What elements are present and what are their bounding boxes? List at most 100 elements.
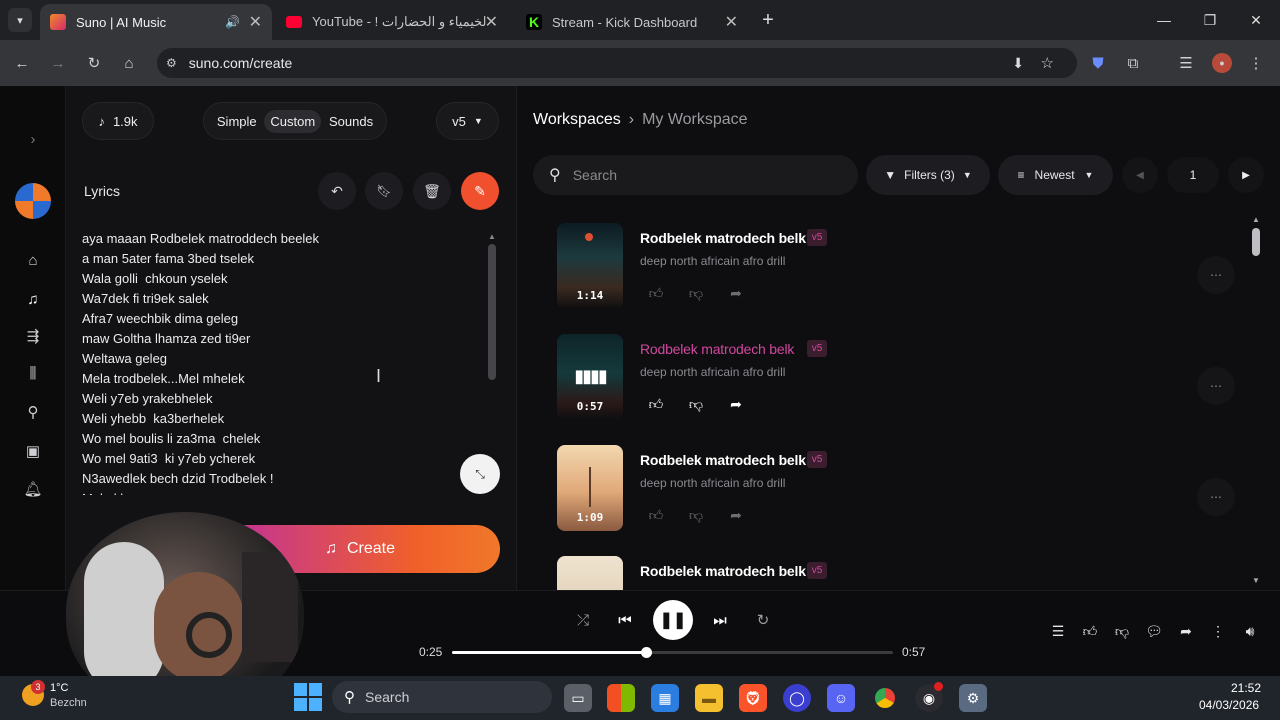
collapse-icon[interactable]: ⤡ xyxy=(460,454,500,494)
song-row[interactable]: 1:14 Rodbelek matrodech belk v5 deep nor… xyxy=(557,223,1257,311)
tab-suno[interactable]: Suno | AI Music 🔊 ✕ xyxy=(40,4,272,40)
browser-menu-icon[interactable]: ⋮ xyxy=(1245,52,1267,74)
thumbs-up-icon[interactable]: 👍︎ xyxy=(642,390,670,418)
prev-page-icon[interactable]: ◀ xyxy=(1122,157,1158,193)
file-explorer-icon[interactable]: ▬ xyxy=(695,684,723,712)
thumbs-up-icon[interactable]: 👍︎ xyxy=(642,501,670,529)
progress-track[interactable] xyxy=(452,647,893,658)
restore-icon[interactable]: ❐ xyxy=(1198,8,1222,32)
mode-sounds[interactable]: Sounds xyxy=(323,110,379,133)
song-title[interactable]: Rodbelek matrodech belk xyxy=(640,230,806,246)
more-options-icon[interactable]: ⋯ xyxy=(1197,256,1235,294)
share-icon[interactable]: ➦ xyxy=(722,279,750,307)
thumbs-down-icon[interactable]: 👎︎ xyxy=(682,279,710,307)
magic-wand-icon[interactable]: ✎ xyxy=(461,172,499,210)
song-cover[interactable] xyxy=(557,556,623,590)
share-icon[interactable]: ➦ xyxy=(1175,620,1197,642)
pause-button[interactable]: ❚❚ xyxy=(653,600,693,640)
song-list-scrollbar[interactable] xyxy=(1252,228,1260,256)
profile-avatar[interactable]: ● xyxy=(1212,53,1232,73)
install-app-icon[interactable]: ⬇ xyxy=(1012,55,1024,72)
settings-gear-icon[interactable]: ⚙ xyxy=(959,684,987,712)
next-track-icon[interactable]: ⏭︎ xyxy=(706,606,734,634)
song-cover[interactable]: ▮▮▮▮ 0:57 xyxy=(557,334,623,420)
song-title[interactable]: Rodbelek matrodech belk xyxy=(640,341,794,357)
previous-track-icon[interactable]: ⏮︎ xyxy=(611,606,639,634)
task-view-icon[interactable]: ▭ xyxy=(564,684,592,712)
bookmark-star-icon[interactable]: ☆ xyxy=(1041,54,1054,72)
reload-icon[interactable]: ↻ xyxy=(83,52,105,74)
extensions-puzzle-icon[interactable]: ⧉ xyxy=(1122,52,1144,74)
taskbar-search-box[interactable]: ⚲ Search xyxy=(332,681,552,713)
create-music-icon[interactable]: ♫ xyxy=(22,288,44,310)
close-tab-icon[interactable]: ✕ xyxy=(249,12,262,32)
new-tab-button[interactable]: + xyxy=(756,8,780,32)
model-select[interactable]: v5 ▼ xyxy=(436,102,499,140)
hooks-icon[interactable]: ▣ xyxy=(22,440,44,462)
shuffle-icon[interactable]: ⤮ xyxy=(569,606,597,634)
scroll-up-arrow-icon[interactable]: ▲ xyxy=(488,232,496,242)
thumbs-down-icon[interactable]: 👎︎ xyxy=(682,501,710,529)
forward-arrow-icon[interactable]: → xyxy=(47,52,69,74)
close-window-icon[interactable]: ✕ xyxy=(1244,8,1268,32)
expand-sidebar-icon[interactable]: › xyxy=(22,128,44,150)
next-page-icon[interactable]: ▶ xyxy=(1228,157,1264,193)
page-number[interactable]: 1 xyxy=(1167,157,1219,193)
share-icon[interactable]: ➦ xyxy=(722,390,750,418)
more-options-icon[interactable]: ⋯ xyxy=(1197,367,1235,405)
tab-kick[interactable]: K Stream - Kick Dashboard ✕ xyxy=(516,4,748,40)
save-bookmark-icon[interactable]: 🔖︎ xyxy=(365,172,403,210)
search-icon[interactable]: ⚲ xyxy=(22,401,44,423)
extension-shield-icon[interactable]: ⛊ xyxy=(1087,52,1109,74)
microsoft-store-icon[interactable]: ▦ xyxy=(651,684,679,712)
song-row[interactable]: Rodbelek matrodech belk v5 xyxy=(557,556,1257,590)
app-circle-icon[interactable]: ◯ xyxy=(783,684,811,712)
song-cover[interactable]: 1:09 xyxy=(557,445,623,531)
address-bar[interactable]: ⚙ suno.com/create ⬇ ☆ xyxy=(157,48,1077,78)
song-title[interactable]: Rodbelek matrodech belk xyxy=(640,452,806,468)
speaker-icon[interactable]: 🔊 xyxy=(225,15,240,29)
thumbs-down-icon[interactable]: 👎︎ xyxy=(682,390,710,418)
studio-icon[interactable]: ⇶ xyxy=(22,325,44,347)
song-row[interactable]: 1:09 Rodbelek matrodech belk v5 deep nor… xyxy=(557,445,1257,533)
breadcrumb-workspaces[interactable]: Workspaces xyxy=(533,111,621,129)
thumbs-down-icon[interactable]: 👎︎ xyxy=(1111,620,1133,642)
tab-youtube[interactable]: YouTube - ! الخيمياء و الحضارات ✕ xyxy=(276,4,508,40)
suno-logo[interactable] xyxy=(15,183,51,219)
song-row[interactable]: ▮▮▮▮ 0:57 Rodbelek matrodech belk v5 dee… xyxy=(557,334,1257,422)
close-tab-icon[interactable]: ✕ xyxy=(725,12,738,32)
scroll-up-arrow-icon[interactable]: ▲ xyxy=(1252,215,1260,224)
microsoft-store-widget-icon[interactable] xyxy=(607,684,635,712)
home-icon[interactable]: ⌂ xyxy=(22,249,44,271)
scroll-down-arrow-icon[interactable]: ▼ xyxy=(1252,576,1260,585)
mode-simple[interactable]: Simple xyxy=(211,110,263,133)
song-cover[interactable]: 1:14 xyxy=(557,223,623,309)
thumbs-up-icon[interactable]: 👍︎ xyxy=(1079,620,1101,642)
sort-button[interactable]: ≡ Newest ▼ xyxy=(998,155,1113,195)
chrome-icon[interactable] xyxy=(871,684,899,712)
undo-icon[interactable]: ↶ xyxy=(318,172,356,210)
minimize-icon[interactable]: — xyxy=(1152,8,1176,32)
site-info-icon[interactable]: ⚙ xyxy=(166,56,177,70)
close-tab-icon[interactable]: ✕ xyxy=(485,12,498,32)
mode-custom[interactable]: Custom xyxy=(264,109,322,133)
progress-handle[interactable] xyxy=(641,647,653,658)
home-icon[interactable]: ⌂ xyxy=(118,52,140,74)
repeat-icon[interactable]: ↻ xyxy=(749,606,777,634)
credits-badge[interactable]: ♪ 1.9k xyxy=(82,102,154,140)
volume-icon[interactable]: 🔊︎ xyxy=(1239,620,1261,642)
song-search-input[interactable]: ⚲ Search xyxy=(533,155,858,195)
tab-search-button[interactable]: ▾ xyxy=(8,8,32,32)
brave-browser-icon[interactable]: 🦁︎ xyxy=(739,684,767,712)
lyrics-textarea[interactable]: aya maaan Rodbelek matroddech beelek a ma… xyxy=(82,229,482,495)
windows-start-icon[interactable] xyxy=(294,683,322,711)
notifications-bell-icon[interactable]: 🔔︎ xyxy=(22,478,44,500)
share-icon[interactable]: ➦ xyxy=(722,501,750,529)
media-control-icon[interactable]: ☰ xyxy=(1175,52,1197,74)
comment-icon[interactable]: 💬︎ xyxy=(1143,620,1165,642)
library-icon[interactable]: ⫼ xyxy=(22,362,44,384)
lyrics-scrollbar[interactable] xyxy=(488,244,496,380)
discord-icon[interactable]: ☺ xyxy=(827,684,855,712)
thumbs-up-icon[interactable]: 👍︎ xyxy=(642,279,670,307)
queue-icon[interactable]: ☰ xyxy=(1047,620,1069,642)
